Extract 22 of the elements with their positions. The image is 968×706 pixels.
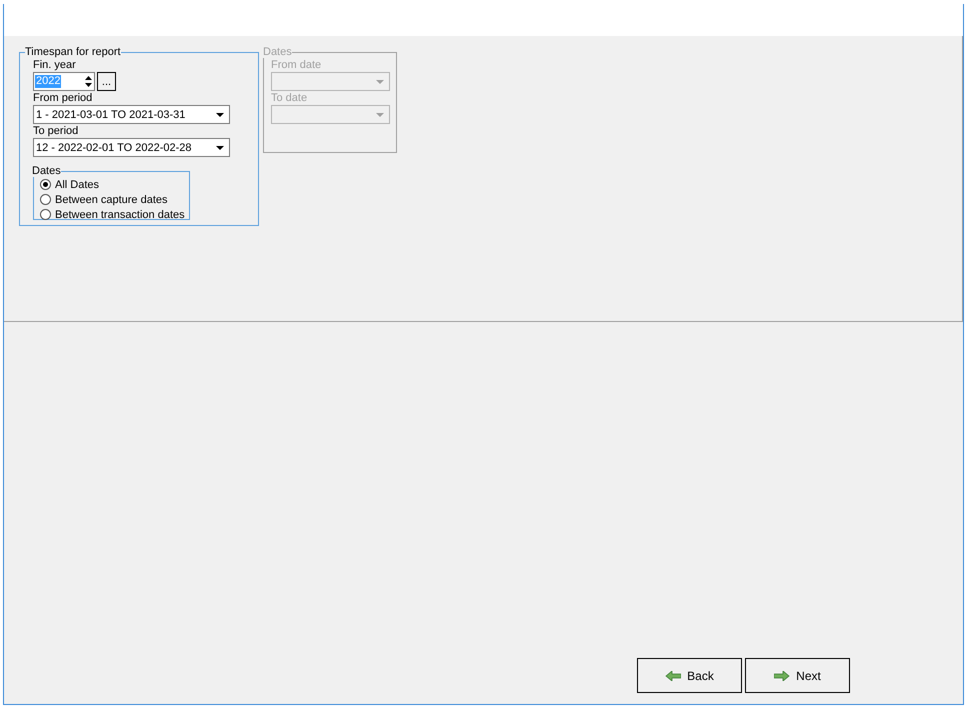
- group-title: Dates: [32, 165, 61, 177]
- period-dropdown[interactable]: 1 - 2021-03-01 TO 2021-03-31: [33, 105, 230, 124]
- period-dropdown[interactable]: 12 - 2022-02-01 TO 2022-02-28: [33, 138, 230, 157]
- group-title: Dates: [263, 46, 292, 58]
- radio-button[interactable]: [40, 194, 51, 205]
- group-title: Timespan for report: [25, 46, 121, 58]
- back-button[interactable]: Back: [637, 658, 742, 693]
- radio-label[interactable]: Between capture dates: [55, 194, 168, 206]
- next-button[interactable]: Next: [745, 658, 850, 693]
- field-label: Fin. year: [33, 58, 77, 72]
- radio-label[interactable]: Between transaction dates: [55, 208, 185, 220]
- field-label: From period: [33, 91, 94, 105]
- radio-button[interactable]: [40, 209, 51, 220]
- field-label: From date: [271, 58, 322, 72]
- field-label: To period: [33, 124, 80, 138]
- spin-arrows-icon[interactable]: [85, 75, 92, 88]
- left-arrow-icon: [665, 670, 682, 680]
- right-arrow-icon: [774, 670, 790, 680]
- field-label: To date: [271, 91, 308, 105]
- browse-button[interactable]: ...: [97, 72, 116, 91]
- radio-button[interactable]: [40, 179, 51, 190]
- radio-label[interactable]: All Dates: [55, 178, 100, 190]
